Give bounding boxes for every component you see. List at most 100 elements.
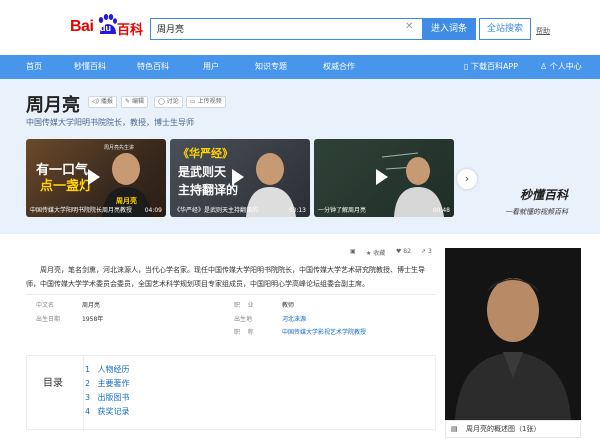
- download-app-label: 下载百科APP: [470, 62, 519, 71]
- video-duration: 00:48: [432, 207, 450, 214]
- nav-item-home[interactable]: 首页: [26, 55, 42, 79]
- info-label: 中文名: [36, 302, 55, 309]
- video-top-text: 周月亮先生讲: [104, 145, 135, 151]
- info-label: 职 称: [234, 329, 254, 336]
- nav-item-featured[interactable]: 特色百科: [137, 55, 169, 79]
- baidu-baike-logo[interactable]: Bai du 百科: [70, 14, 144, 40]
- logo-baike-text: 百科: [117, 23, 144, 38]
- download-app-link[interactable]: ▯ 下载百科APP: [464, 55, 518, 79]
- chat-icon: ◯: [158, 98, 167, 105]
- play-icon: [376, 169, 388, 185]
- user-center-link[interactable]: ♙ 个人中心: [540, 55, 582, 79]
- video-title-line-2: 点一盏灯: [40, 179, 93, 194]
- entry-summary: 周月亮，笔名剑熏，河北涞源人，当代心学名家。现任中国传媒大学阳明书院院长，中国传…: [26, 266, 425, 288]
- video-title-line-2: 是武则天: [178, 165, 227, 179]
- report-icon[interactable]: ▣: [350, 248, 356, 258]
- toc-number: 1: [85, 365, 91, 374]
- play-icon: [88, 169, 100, 185]
- table-of-contents: 目录 1 人物经历 2 主要著作 3 出版图书 4 获奖记录: [26, 355, 436, 431]
- play-icon: [232, 169, 244, 185]
- speaker-icon: ◁): [92, 98, 101, 105]
- top-bar: Bai du 百科 周月亮 ✕ 进入词条 全站搜索 帮助: [0, 0, 600, 55]
- share-button[interactable]: ↗ 3: [421, 248, 432, 258]
- summary-photo[interactable]: [445, 248, 581, 420]
- broadcast-button[interactable]: ◁) 播报: [88, 96, 117, 108]
- like-count: 82: [403, 248, 411, 255]
- video-card[interactable]: 《华严经》 是武则天 主持翻译的 《华严经》是武则天主持翻译的 03:13: [170, 139, 310, 217]
- video-caption: 中国传媒大学阳明书院院长周月亮教授: [30, 207, 133, 214]
- discuss-button[interactable]: ◯ 讨论: [154, 96, 183, 108]
- video-card[interactable]: 有一口气 点一盏灯 周月亮先生讲 周月亮 中国传媒大学阳明书院院长周月亮教授 0…: [26, 139, 166, 217]
- video-duration: 03:13: [288, 207, 306, 214]
- toc-item[interactable]: 2 主要著作: [85, 378, 130, 389]
- video-duration: 04:09: [144, 207, 162, 214]
- next-arrow-button[interactable]: ›: [457, 169, 477, 189]
- like-button[interactable]: ♥ 82: [396, 248, 411, 258]
- edit-label: 编辑: [131, 98, 144, 105]
- edit-button[interactable]: ✎ 编辑: [121, 96, 148, 108]
- main-nav: 首页 秒懂百科 特色百科 用户 知识专题 权威合作 ▯ 下载百科APP ♙ 个人…: [0, 55, 600, 79]
- upload-video-label: 上传视频: [197, 98, 222, 105]
- info-label: 职 业: [234, 302, 254, 309]
- video-icon: ▭: [190, 98, 198, 105]
- help-link[interactable]: 帮助: [536, 26, 550, 36]
- page-title: 周月亮: [26, 95, 80, 116]
- phone-icon: ▯: [464, 62, 471, 71]
- divider: [26, 294, 436, 295]
- nav-item-miaodong[interactable]: 秒懂百科: [74, 55, 106, 79]
- video-caption: 一分钟了解周月亮: [318, 207, 367, 214]
- entry-header: 周月亮 ◁) 播报 ✎ 编辑 ◯ 讨论 ▭ 上传视频 中国传媒大学阳明书院院长，…: [0, 79, 600, 234]
- user-center-label: 个人中心: [549, 62, 582, 71]
- video-title-line-3: 主持翻译的: [178, 183, 239, 197]
- logo-du-text: du: [100, 23, 111, 33]
- clear-icon[interactable]: ✕: [405, 21, 413, 32]
- toc-item[interactable]: 3 出版图书: [85, 392, 130, 403]
- info-label: 出生日期: [36, 316, 61, 323]
- nav-item-cooperation[interactable]: 权威合作: [323, 55, 355, 79]
- photo-caption-text: 周月亮的概述图（1张）: [466, 425, 541, 433]
- video-title-line-1: 《华严经》: [178, 147, 233, 160]
- entry-subtitle: 中国传媒大学阳明书院院长，教授，博士生导师: [26, 118, 194, 127]
- brand-slogan: 一看就懂的视频百科: [505, 208, 568, 216]
- discuss-label: 讨论: [166, 98, 179, 105]
- toc-number: 2: [85, 379, 91, 388]
- toc-label: 获奖记录: [97, 407, 130, 416]
- info-value: 教师: [282, 302, 295, 309]
- toc-item[interactable]: 1 人物经历: [85, 364, 130, 375]
- chevron-right-icon: ›: [464, 172, 470, 185]
- toc-title: 目录: [43, 378, 63, 389]
- search-all-button[interactable]: 全站搜索: [479, 18, 531, 40]
- toc-label: 主要著作: [97, 379, 130, 388]
- info-value-link[interactable]: 中国传媒大学影视艺术学院教授: [282, 329, 366, 336]
- edit-icon: ✎: [125, 98, 132, 105]
- toc-label: 出版图书: [97, 393, 130, 402]
- video-card[interactable]: 一分钟了解周月亮 00:48: [314, 139, 454, 217]
- info-label: 出生地: [234, 316, 253, 323]
- toc-label: 人物经历: [97, 365, 130, 374]
- divider: [83, 356, 84, 431]
- collect-label: 收藏: [373, 250, 386, 257]
- search-input[interactable]: 周月亮: [150, 18, 422, 40]
- info-value: 1958年: [82, 316, 104, 323]
- info-value: 中国传媒大学影视艺术学院教授: [282, 327, 366, 336]
- toc-item[interactable]: 4 获奖记录: [85, 406, 130, 417]
- upload-video-button[interactable]: ▭ 上传视频: [186, 96, 226, 108]
- enter-entry-button[interactable]: 进入词条: [422, 18, 476, 40]
- collect-button[interactable]: ★ 收藏: [366, 248, 385, 258]
- nav-item-users[interactable]: 用户: [203, 55, 219, 79]
- info-value-link[interactable]: 河北涞源: [282, 314, 306, 323]
- broadcast-label: 播报: [100, 98, 113, 105]
- portrait-image: [445, 248, 581, 420]
- logo-bai-text: Bai: [70, 18, 94, 35]
- miaodong-brand: 秒懂百科: [520, 188, 569, 202]
- nav-item-topics[interactable]: 知识专题: [255, 55, 287, 79]
- user-icon: ♙: [540, 62, 550, 71]
- photo-caption[interactable]: ▤ 周月亮的概述图（1张）: [445, 420, 581, 438]
- toc-number: 4: [85, 407, 91, 416]
- share-count: 3: [427, 248, 432, 255]
- image-icon: ▤: [451, 425, 458, 433]
- info-value: 周月亮: [82, 302, 101, 309]
- toc-number: 3: [85, 393, 91, 402]
- video-caption: 《华严经》是武则天主持翻译的: [174, 207, 259, 214]
- share-icon: ↗: [421, 248, 428, 255]
